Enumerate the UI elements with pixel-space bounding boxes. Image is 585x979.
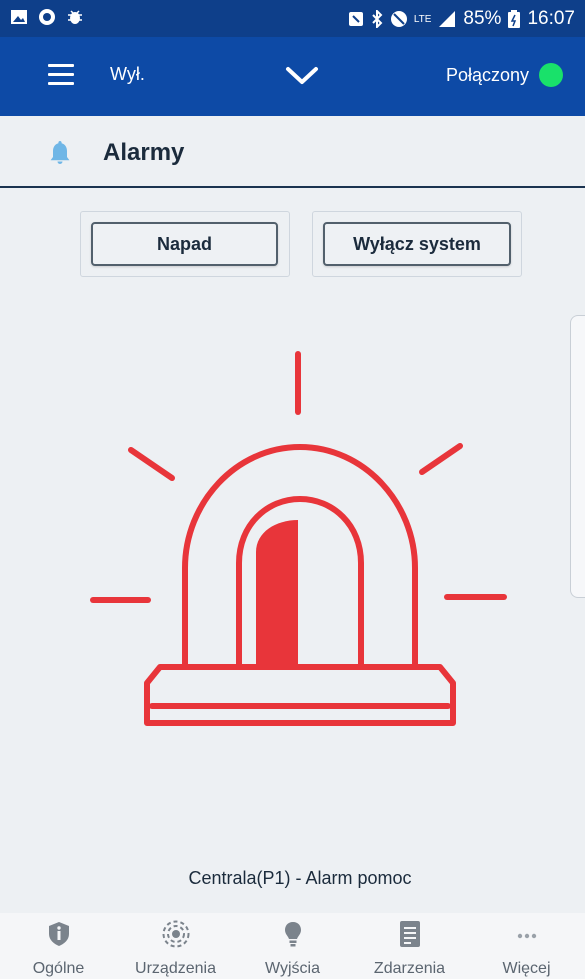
side-drawer-handle[interactable] [570, 315, 585, 598]
connection-status: Połączony [446, 63, 563, 87]
system-status: LTE 85% 16:07 [348, 8, 575, 30]
sensor-icon [162, 920, 189, 948]
connection-label: Połączony [445, 64, 529, 85]
mute-icon [390, 11, 407, 27]
hamburger-menu-icon[interactable] [48, 64, 74, 86]
notification-icons [10, 8, 84, 26]
siren-ray-right-upper [419, 443, 463, 475]
events-list-icon [399, 921, 420, 947]
disarm-button-frame: Wyłącz system [312, 211, 522, 277]
bell-icon [50, 141, 70, 164]
siren-icon [90, 351, 507, 726]
siren-light [256, 520, 298, 667]
battery-level: 85% [463, 8, 502, 29]
bluetooth-icon [372, 10, 383, 28]
nav-label-outputs: Wyjścia [265, 960, 320, 977]
app-bar: Wył. Połączony [0, 37, 585, 116]
image-icon [11, 10, 27, 24]
bulb-icon [284, 922, 301, 947]
nav-item-general[interactable]: Ogólne [0, 913, 117, 979]
signal-icon [439, 11, 456, 27]
bug-icon [68, 10, 82, 24]
attack-button-frame: Napad [80, 211, 290, 277]
disarm-system-button[interactable]: Wyłącz system [323, 222, 511, 266]
section-header: Alarmy [0, 116, 585, 188]
battery-icon [508, 10, 521, 28]
network-type: LTE [413, 13, 432, 25]
status-bar: LTE 85% 16:07 [0, 0, 585, 37]
shield-info-icon [48, 922, 69, 946]
nav-label-events: Zdarzenia [373, 960, 446, 977]
nav-item-events[interactable]: Zdarzenia [351, 913, 468, 979]
nfc-icon [348, 12, 363, 26]
section-title: Alarmy [103, 139, 185, 166]
nav-label-general: Ogólne [32, 960, 85, 977]
whatsapp-icon [39, 9, 55, 25]
connection-indicator [539, 63, 563, 87]
siren-base [144, 664, 456, 726]
nav-item-more[interactable]: Więcej [468, 913, 585, 979]
bottom-navigation: Ogólne Urządzenia Wyjścia Zdarzenia Więc… [0, 913, 585, 979]
nav-item-outputs[interactable]: Wyjścia [234, 913, 351, 979]
nav-label-devices: Urządzenia [135, 960, 216, 977]
alarm-event-text: Centrala(P1) - Alarm pomoc [188, 868, 412, 888]
nav-item-devices[interactable]: Urządzenia [117, 913, 234, 979]
nav-label-more: Więcej [502, 960, 551, 977]
chevron-down-icon[interactable] [285, 66, 319, 86]
clock: 16:07 [527, 8, 575, 29]
system-state-label: Wył. [110, 64, 145, 84]
attack-button[interactable]: Napad [91, 222, 278, 266]
siren-ray-left-upper [128, 447, 175, 481]
siren-dome-outer [182, 444, 418, 670]
more-icon [517, 933, 536, 939]
